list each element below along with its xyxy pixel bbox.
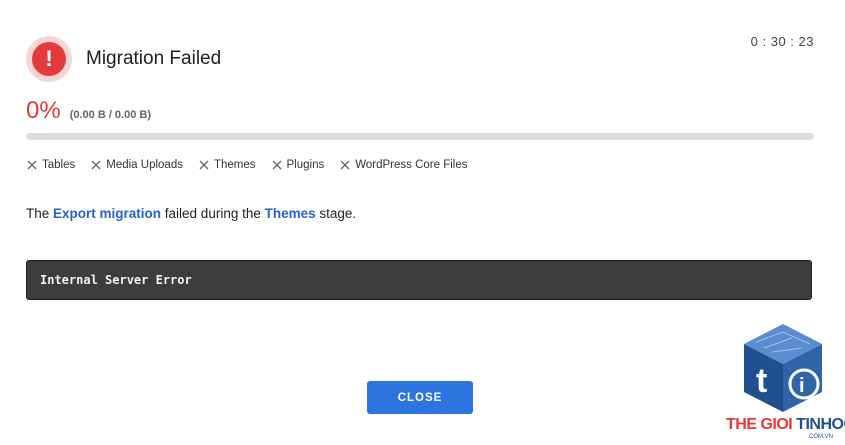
stage-item: Tables: [27, 159, 75, 171]
svg-text:i: i: [799, 375, 805, 397]
stage-item: WordPress Core Files: [340, 159, 468, 171]
alert-icon: !: [26, 36, 72, 82]
close-button[interactable]: CLOSE: [367, 381, 473, 414]
stage-item: Themes: [199, 159, 256, 171]
progress-percent: 0%: [26, 97, 61, 124]
watermark-text-part2: TINHOC: [796, 416, 845, 433]
x-icon: [27, 160, 37, 170]
x-icon: [272, 160, 281, 170]
page-title: Migration Failed: [86, 48, 222, 69]
x-icon: [199, 160, 209, 170]
progress-size: (0.00 B / 0.00 B): [69, 109, 152, 121]
elapsed-timer: 0 : 30 : 23: [750, 34, 814, 49]
progress-summary: 0% (0.00 B / 0.00 B): [26, 97, 151, 125]
failure-message: The Export migration failed during the T…: [26, 206, 357, 221]
watermark-domain: .COM.VN: [807, 434, 833, 440]
watermark-text-part1: THE GIOI: [726, 416, 797, 433]
stage-list: Tables Media Uploads Themes Plugins Word…: [27, 159, 484, 171]
stage-link[interactable]: Themes: [265, 206, 316, 221]
stage-label: Media Uploads: [106, 159, 183, 171]
stage-item: Media Uploads: [91, 159, 183, 171]
x-icon: [340, 160, 350, 170]
error-text: Internal Server Error: [40, 273, 192, 287]
stage-label: Tables: [42, 159, 76, 171]
watermark-logo: t i THE GIOI TINHOC .COM.VN: [726, 322, 845, 442]
dialog-header: ! Migration Failed: [26, 36, 221, 82]
cube-logo-icon: t i: [744, 324, 822, 412]
svg-text:t: t: [756, 362, 767, 400]
stage-label: WordPress Core Files: [355, 159, 468, 171]
x-icon: [91, 160, 101, 170]
migration-link[interactable]: Export migration: [53, 206, 161, 221]
stage-label: Themes: [213, 159, 256, 171]
progress-bar: [26, 133, 814, 140]
stage-label: Plugins: [286, 159, 325, 171]
stage-item: Plugins: [272, 159, 325, 171]
error-log-box: Internal Server Error: [26, 260, 812, 300]
